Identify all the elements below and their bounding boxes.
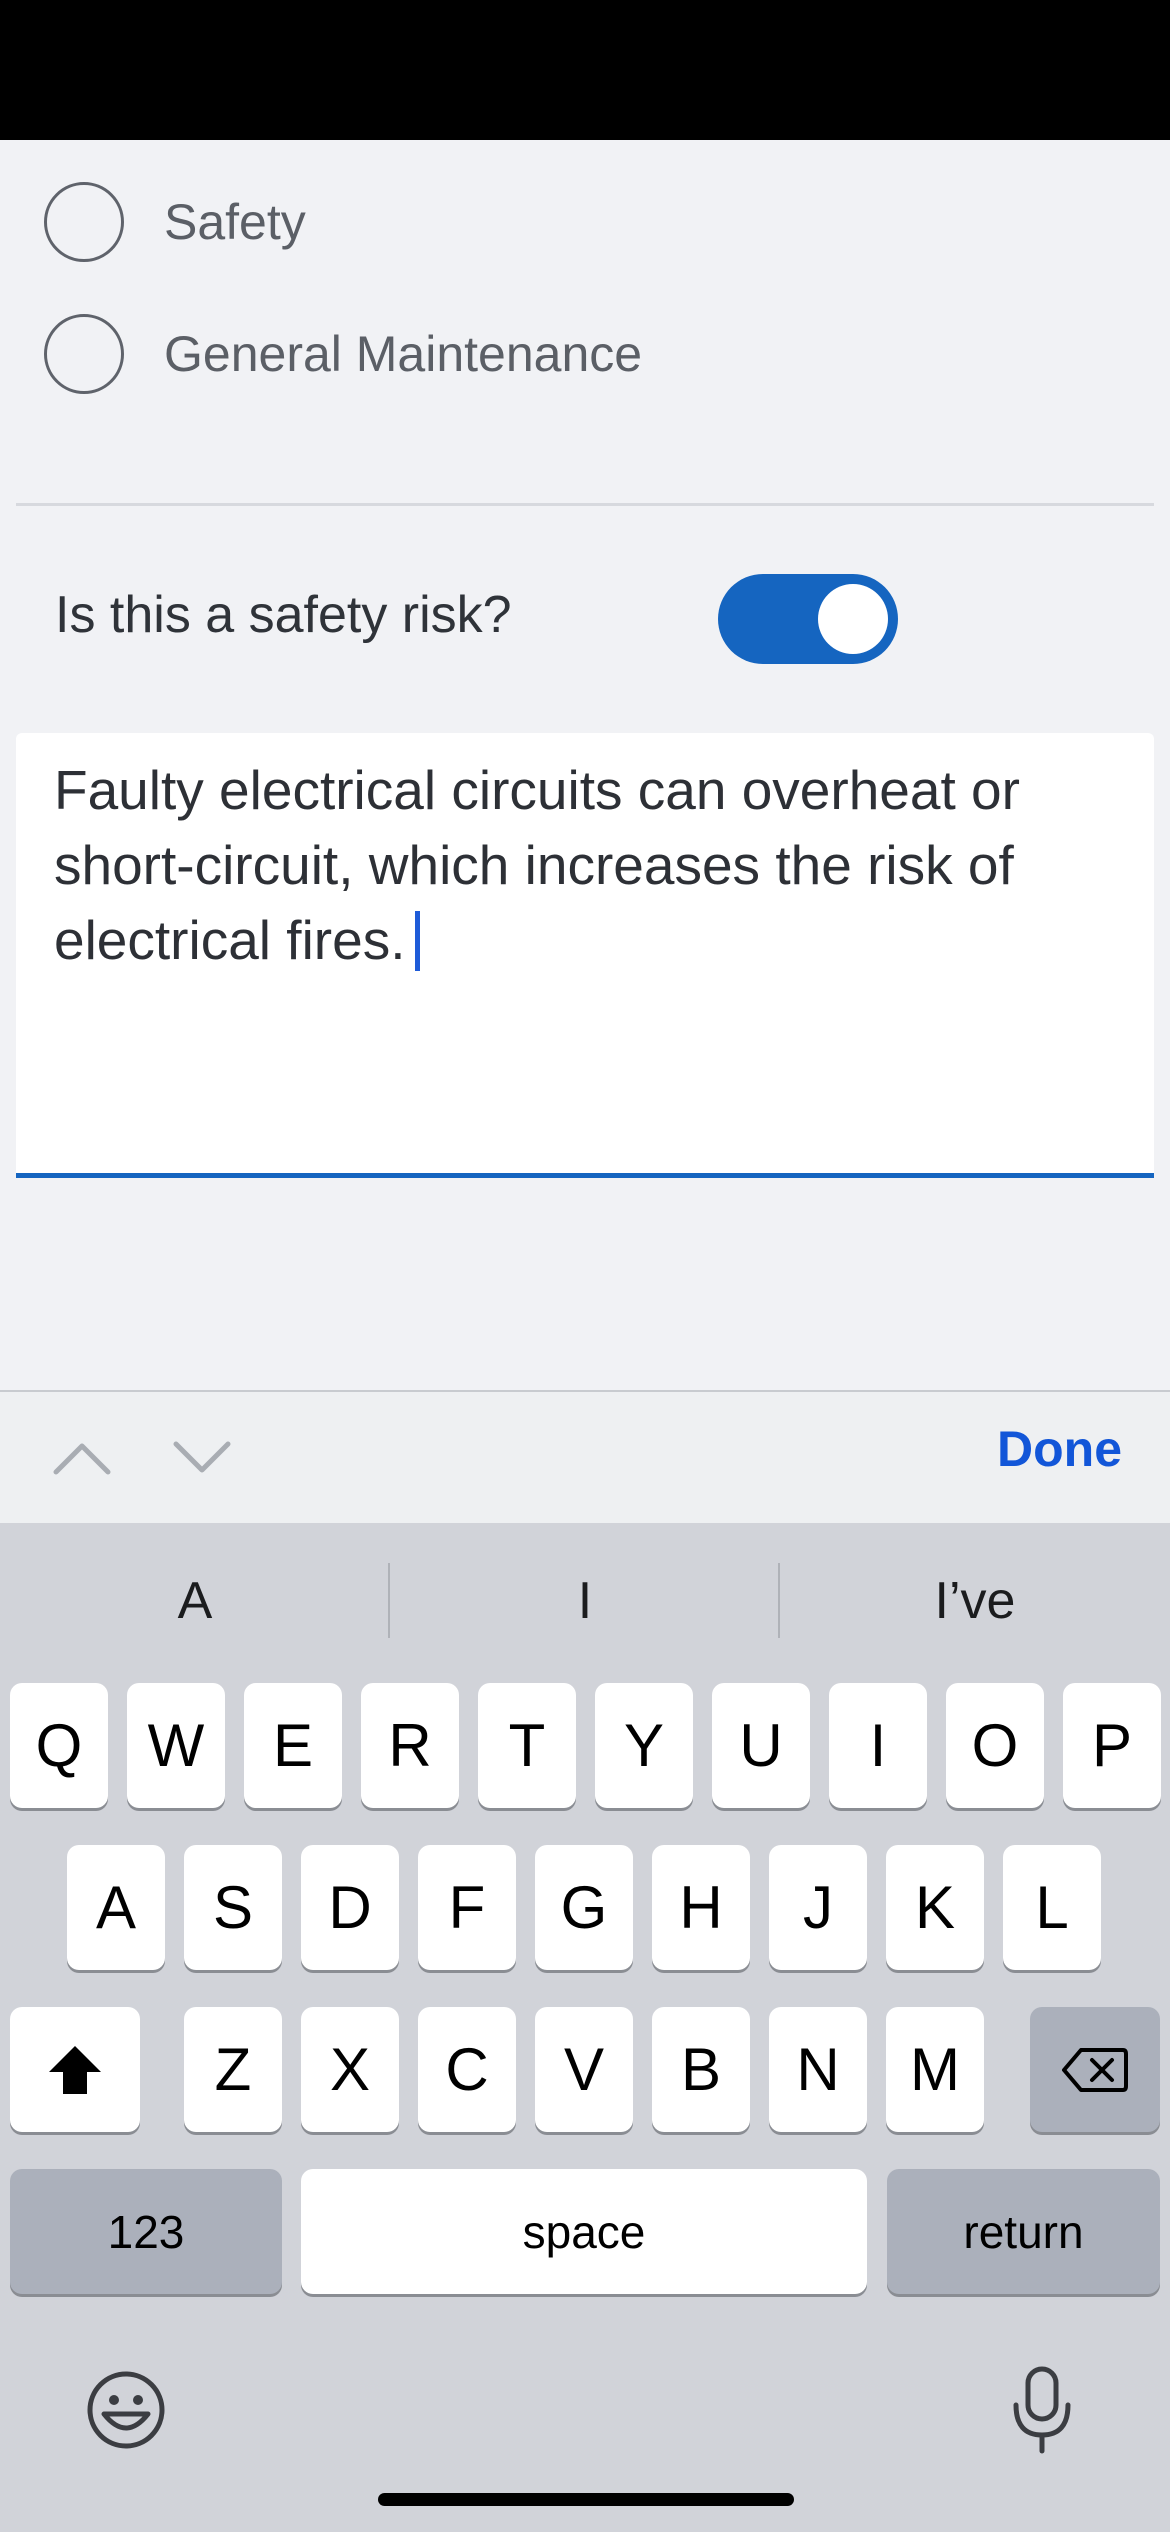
text-caret bbox=[415, 911, 421, 971]
safety-risk-question: Is this a safety risk? bbox=[55, 586, 512, 644]
shift-icon bbox=[49, 2045, 101, 2094]
status-bar bbox=[0, 0, 1170, 140]
space-key-label: space bbox=[522, 2205, 646, 2258]
shift-key[interactable] bbox=[10, 2007, 140, 2132]
numbers-key[interactable]: 123 bbox=[10, 2169, 282, 2294]
key-f[interactable]: F bbox=[418, 1845, 516, 1970]
key-o[interactable]: O bbox=[946, 1683, 1044, 1808]
key-i[interactable]: I bbox=[829, 1683, 927, 1808]
option-label: General Maintenance bbox=[164, 326, 643, 382]
key-q[interactable]: Q bbox=[10, 1683, 108, 1808]
divider bbox=[16, 503, 1154, 506]
key-m[interactable]: M bbox=[886, 2007, 984, 2132]
delete-icon bbox=[1062, 2047, 1128, 2092]
key-b[interactable]: B bbox=[652, 2007, 750, 2132]
key-p[interactable]: P bbox=[1063, 1683, 1161, 1808]
key-y[interactable]: Y bbox=[595, 1683, 693, 1808]
key-t[interactable]: T bbox=[478, 1683, 576, 1808]
option-general-maintenance[interactable]: General Maintenance bbox=[44, 312, 642, 396]
key-j[interactable]: J bbox=[769, 1845, 867, 1970]
key-x[interactable]: X bbox=[301, 2007, 399, 2132]
suggestion[interactable]: I’ve bbox=[780, 1571, 1170, 1631]
key-h[interactable]: H bbox=[652, 1845, 750, 1970]
key-r[interactable]: R bbox=[361, 1683, 459, 1808]
chevron-down-icon[interactable] bbox=[172, 1432, 232, 1482]
key-d[interactable]: D bbox=[301, 1845, 399, 1970]
key-l[interactable]: L bbox=[1003, 1845, 1101, 1970]
home-indicator bbox=[378, 2493, 794, 2506]
done-button[interactable]: Done bbox=[997, 1420, 1122, 1478]
suggestion[interactable]: A bbox=[0, 1571, 390, 1631]
keyboard-accessory-bar: Done bbox=[0, 1390, 1170, 1523]
key-z[interactable]: Z bbox=[184, 2007, 282, 2132]
description-text: Faulty electrical circuits can overheat … bbox=[54, 759, 1020, 971]
return-key-label: return bbox=[963, 2205, 1084, 2258]
key-k[interactable]: K bbox=[886, 1845, 984, 1970]
delete-key[interactable] bbox=[1030, 2007, 1160, 2132]
space-key[interactable]: space bbox=[301, 2169, 867, 2294]
key-n[interactable]: N bbox=[769, 2007, 867, 2132]
microphone-icon[interactable] bbox=[1010, 2365, 1074, 2455]
key-e[interactable]: E bbox=[244, 1683, 342, 1808]
return-key[interactable]: return bbox=[887, 2169, 1160, 2294]
radio-button[interactable] bbox=[44, 314, 124, 394]
chevron-up-icon[interactable] bbox=[52, 1432, 112, 1482]
toggle-knob bbox=[818, 584, 888, 654]
key-g[interactable]: G bbox=[535, 1845, 633, 1970]
radio-button[interactable] bbox=[44, 182, 124, 262]
emoji-icon[interactable] bbox=[86, 2370, 166, 2450]
key-c[interactable]: C bbox=[418, 2007, 516, 2132]
suggestion[interactable]: I bbox=[390, 1571, 780, 1631]
option-safety[interactable]: Safety bbox=[44, 180, 306, 264]
key-s[interactable]: S bbox=[184, 1845, 282, 1970]
key-u[interactable]: U bbox=[712, 1683, 810, 1808]
key-w[interactable]: W bbox=[127, 1683, 225, 1808]
safety-risk-toggle[interactable] bbox=[718, 574, 898, 664]
option-label: Safety bbox=[164, 194, 306, 250]
keyboard: A I I’ve Q W E R T Y U I O P A S D F G H… bbox=[0, 1523, 1170, 2532]
key-a[interactable]: A bbox=[67, 1845, 165, 1970]
description-textarea[interactable]: Faulty electrical circuits can overheat … bbox=[16, 733, 1154, 1178]
numbers-key-label: 123 bbox=[107, 2205, 185, 2258]
key-v[interactable]: V bbox=[535, 2007, 633, 2132]
